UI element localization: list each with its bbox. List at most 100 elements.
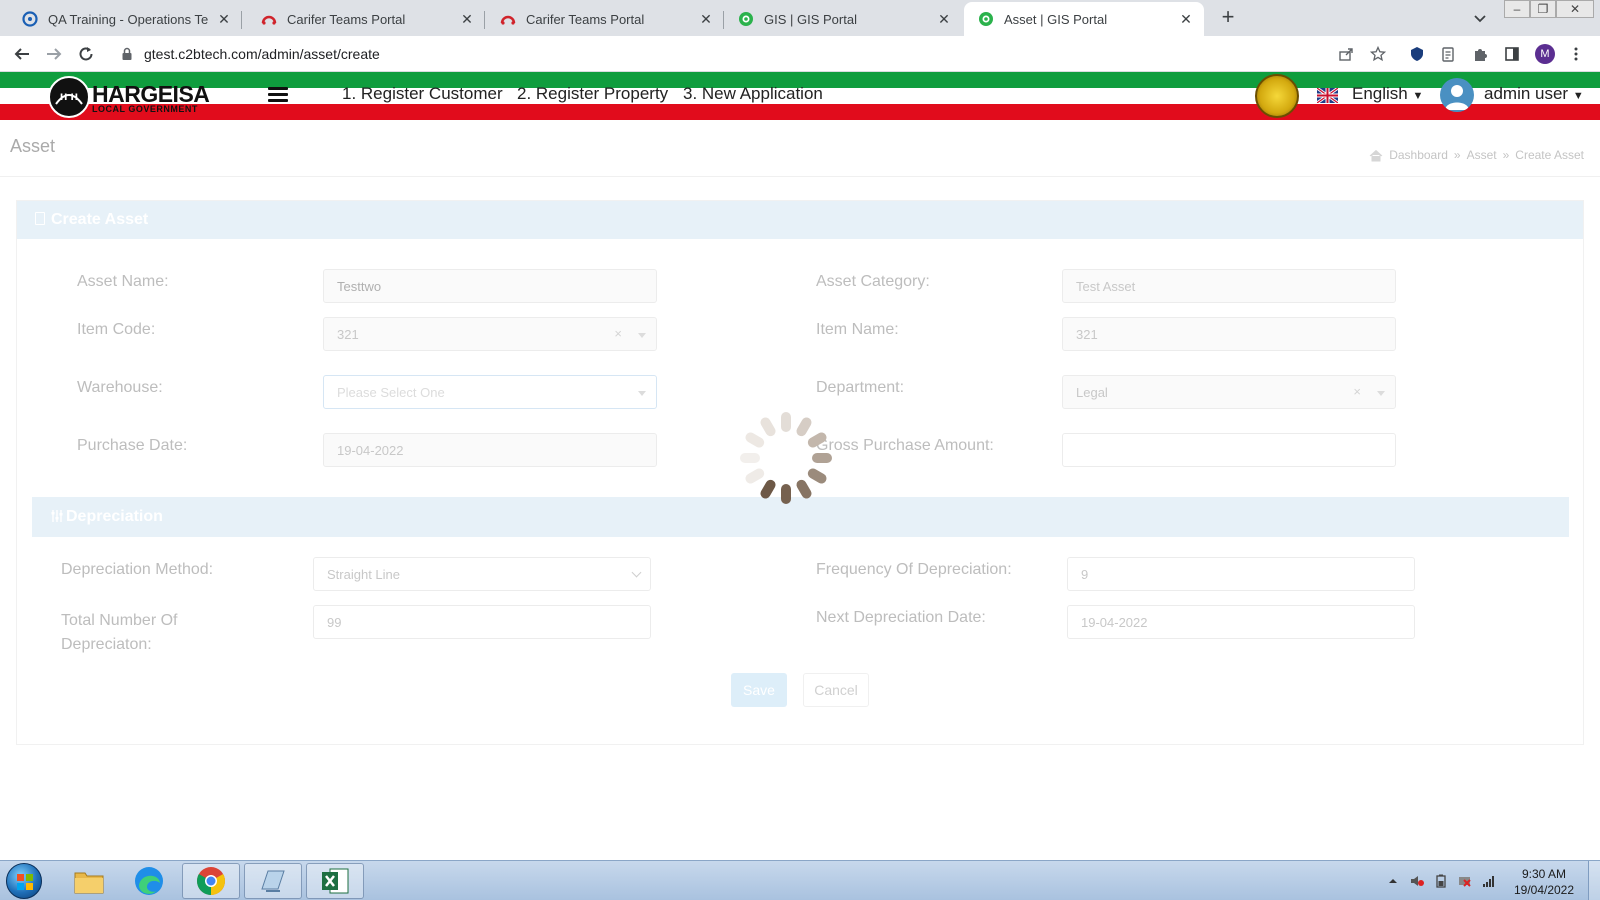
speaker-muted-icon[interactable] <box>1410 874 1424 888</box>
profile-avatar[interactable]: M <box>1535 44 1555 64</box>
address-bar[interactable]: gtest.c2btech.com/admin/asset/create <box>108 40 1380 68</box>
clear-icon[interactable]: × <box>614 326 622 341</box>
chrome-icon[interactable] <box>182 863 240 899</box>
kebab-menu-icon[interactable] <box>1566 44 1586 64</box>
department-label: Department: <box>816 379 905 396</box>
new-tab-button[interactable]: + <box>1215 5 1241 31</box>
frequency-label: Frequency Of Depreciation: <box>816 561 1012 578</box>
side-panel-icon[interactable] <box>1502 44 1522 64</box>
total-number-value: 99 <box>327 615 342 630</box>
government-emblem-icon <box>1255 74 1299 118</box>
signal-bars-icon[interactable] <box>1482 874 1496 888</box>
user-avatar[interactable] <box>1440 78 1474 112</box>
item-name-value: 321 <box>1076 327 1098 342</box>
uk-flag-icon <box>1316 86 1339 105</box>
total-number-input[interactable]: 99 <box>313 605 651 639</box>
extension-clipboard-icon[interactable] <box>1438 44 1458 64</box>
network-error-icon[interactable] <box>1458 874 1472 888</box>
start-button[interactable] <box>6 863 42 899</box>
frequency-value: 9 <box>1081 567 1089 582</box>
breadcrumb-create-asset: Create Asset <box>1515 148 1584 162</box>
hamburger-menu-icon[interactable] <box>268 87 288 105</box>
minimize-button[interactable]: – <box>1504 0 1530 18</box>
close-icon[interactable]: ✕ <box>936 11 952 27</box>
purchase-date-input[interactable]: 19-04-2022 <box>323 433 657 467</box>
save-button[interactable]: Save <box>731 673 787 707</box>
url-text: gtest.c2btech.com/admin/asset/create <box>144 46 380 62</box>
chevron-down-icon[interactable] <box>1470 8 1490 28</box>
item-code-select[interactable]: 321 × <box>323 317 657 351</box>
department-select[interactable]: Legal × <box>1062 375 1396 409</box>
user-menu[interactable]: admin user ▼ <box>1484 84 1584 104</box>
nav-new-application[interactable]: 3. New Application <box>683 84 823 104</box>
browser-tab[interactable]: GIS | GIS Portal ✕ <box>724 2 962 36</box>
warehouse-select[interactable]: Please Select One <box>323 375 657 409</box>
browser-tab[interactable]: Carifer Teams Portal ✕ <box>486 2 724 36</box>
taskbar: 9:30 AM 19/04/2022 <box>0 860 1600 900</box>
reload-button[interactable] <box>74 42 98 66</box>
next-depreciation-date-input[interactable]: 19-04-2022 <box>1067 605 1415 639</box>
asset-category-input[interactable]: Test Asset <box>1062 269 1396 303</box>
windows-logo-icon <box>17 874 33 890</box>
browser-tab[interactable]: QA Training - Operations Team C ✕ <box>8 2 242 36</box>
purchase-date-label: Purchase Date: <box>77 437 188 454</box>
sliders-icon <box>51 510 63 522</box>
loading-spinner-icon <box>740 412 832 504</box>
restore-button[interactable]: ❐ <box>1530 0 1556 18</box>
extension-shield-icon[interactable] <box>1407 44 1427 64</box>
carifer-icon <box>261 11 277 27</box>
logo-text[interactable]: HARGEISA <box>92 82 210 106</box>
caret-down-icon <box>1377 391 1385 396</box>
tab-title: Carifer Teams Portal <box>287 11 406 27</box>
edge-icon[interactable] <box>120 863 178 899</box>
logo-subtitle: LOCAL GOVERNMENT <box>92 104 198 114</box>
asset-category-value: Test Asset <box>1076 279 1136 294</box>
item-name-label: Item Name: <box>816 321 899 338</box>
page-title: Asset <box>10 136 56 156</box>
star-icon[interactable] <box>1370 46 1386 62</box>
card-header: Create Asset <box>17 201 1583 239</box>
share-icon[interactable] <box>1338 46 1354 62</box>
gis-icon <box>978 11 994 27</box>
logo-icon[interactable]: H H <box>48 76 90 118</box>
extensions-puzzle-icon[interactable] <box>1470 44 1490 64</box>
clear-icon[interactable]: × <box>1353 384 1361 399</box>
language-dropdown[interactable]: English ▼ <box>1352 84 1423 104</box>
window-close-button[interactable]: ✕ <box>1556 0 1594 18</box>
browser-tab-strip: QA Training - Operations Team C ✕ Carife… <box>0 0 1600 36</box>
cancel-button[interactable]: Cancel <box>803 673 869 707</box>
close-icon[interactable]: ✕ <box>1178 11 1194 27</box>
close-icon[interactable]: ✕ <box>698 11 714 27</box>
forward-button[interactable] <box>42 42 66 66</box>
notepad-icon[interactable] <box>244 863 302 899</box>
gross-purchase-amount-input[interactable] <box>1062 433 1396 467</box>
show-hidden-icons-icon[interactable] <box>1386 874 1400 888</box>
breadcrumb-dashboard[interactable]: Dashboard <box>1389 148 1448 162</box>
excel-icon[interactable] <box>306 863 364 899</box>
department-value: Legal <box>1076 385 1108 400</box>
item-name-input[interactable]: 321 <box>1062 317 1396 351</box>
asset-name-input[interactable]: Testtwo <box>323 269 657 303</box>
caret-down-icon: ▼ <box>1572 90 1584 102</box>
caret-down-icon: ▼ <box>1412 90 1424 102</box>
close-icon[interactable]: ✕ <box>459 11 475 27</box>
chevron-down-icon <box>631 567 642 578</box>
battery-icon[interactable] <box>1434 874 1448 888</box>
nav-register-property[interactable]: 2. Register Property <box>517 84 668 104</box>
close-icon[interactable]: ✕ <box>216 11 232 27</box>
frequency-input[interactable]: 9 <box>1067 557 1415 591</box>
breadcrumb-asset[interactable]: Asset <box>1467 148 1497 162</box>
show-desktop-button[interactable] <box>1588 861 1600 900</box>
caret-down-icon <box>638 333 646 338</box>
breadcrumb: Dashboard » Asset » Create Asset <box>1369 148 1584 162</box>
language-label: English <box>1352 84 1408 103</box>
file-icon <box>35 212 45 225</box>
depreciation-method-select[interactable]: Straight Line <box>313 557 651 591</box>
browser-tab-active[interactable]: Asset | GIS Portal ✕ <box>964 2 1204 36</box>
file-explorer-icon[interactable] <box>60 863 118 899</box>
system-clock[interactable]: 9:30 AM 19/04/2022 <box>1508 866 1580 898</box>
browser-tab[interactable]: Carifer Teams Portal ✕ <box>247 2 485 36</box>
back-arrow-icon <box>14 48 29 60</box>
back-button[interactable] <box>10 42 34 66</box>
nav-register-customer[interactable]: 1. Register Customer <box>342 84 503 104</box>
